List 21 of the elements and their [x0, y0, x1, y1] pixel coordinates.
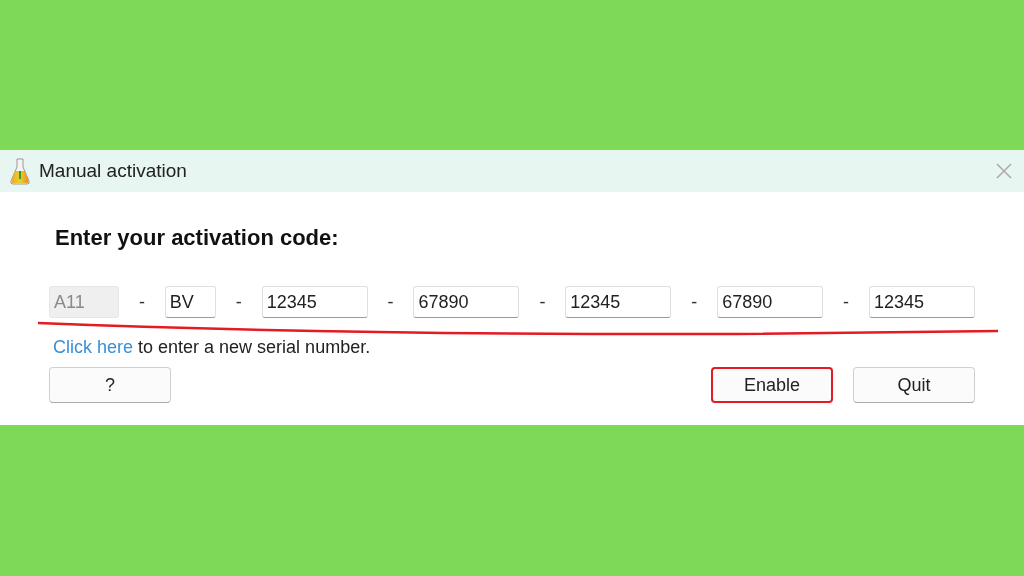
serial-number-hint: Click here to enter a new serial number. — [53, 336, 372, 358]
help-button[interactable]: ? — [49, 367, 171, 403]
code-field[interactable]: BV — [164, 286, 216, 318]
separator-dash: - — [538, 290, 547, 314]
code-field[interactable]: 12345 — [565, 286, 672, 318]
dialog-button[interactable]: Quit — [853, 367, 975, 403]
code-field[interactable]: 67890 — [413, 286, 520, 318]
separator-dash: - — [234, 290, 243, 314]
separator-dash: - — [690, 290, 699, 314]
separator-dash: - — [386, 290, 395, 314]
flask-icon — [10, 157, 30, 185]
code-field[interactable]: 67890 — [717, 286, 824, 318]
close-icon[interactable] — [996, 163, 1012, 179]
click-here-link[interactable]: Click here — [53, 337, 134, 357]
code-field[interactable]: 12345 — [261, 286, 368, 318]
dialog-button[interactable]: Enable — [711, 367, 833, 403]
separator-dash: - — [137, 290, 146, 314]
separator-dash: - — [842, 290, 851, 314]
code-field[interactable]: 12345 — [868, 286, 975, 318]
dialog-heading: Enter your activation code: — [55, 224, 340, 252]
window-title: Manual activation — [39, 158, 187, 183]
